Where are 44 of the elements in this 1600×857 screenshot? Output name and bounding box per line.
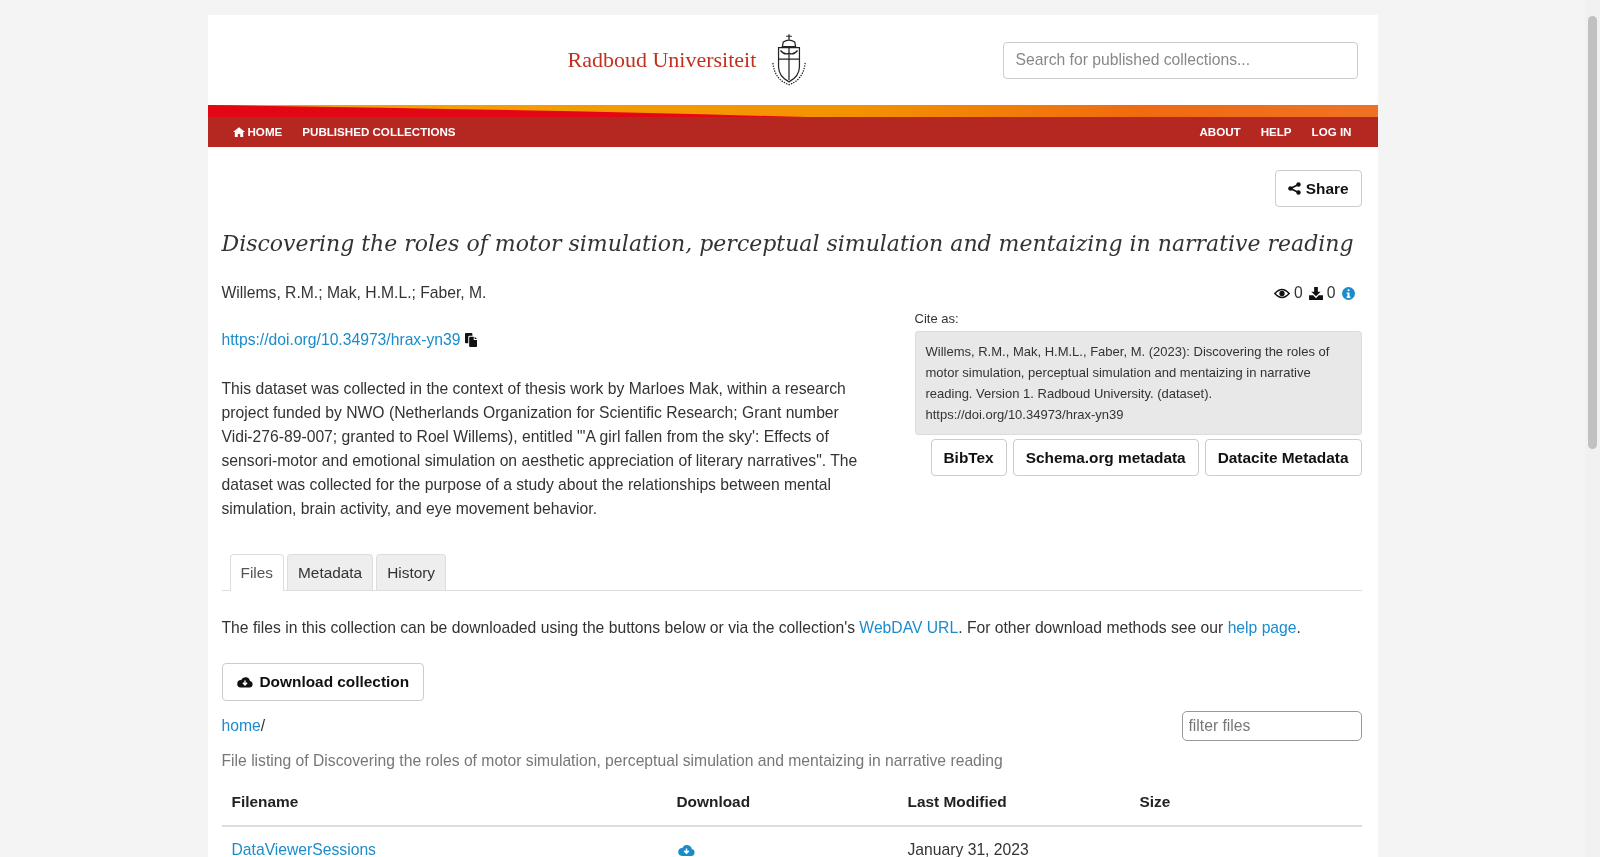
citation-text: Willems, R.M., Mak, H.M.L., Faber, M. (2023): Discovering the roles of motor simulation, perceptual simulation and mentaizing in narrative reading. Version 1. Radboud University. (dataset). https://doi.org/10.34973/hrax-yn39	[914, 331, 1362, 435]
description-text: This dataset was collected in the context of thesis work by Marloes Mak, within a research project funded by NWO (Netherlands Organization for Scientific Research; Grant number Vidi-276-89-007; granted to Roel Willems), entitled "'A girl fallen from the sky': Effects of sensori-motor and emotional simulation on aesthetic appreciation of literary narratives". The dataset was collected for the purpose of a study about the relationships between mental simulation, brain activity, and eye movement behavior.	[221, 379, 859, 519]
nav-link[interactable]: LOG IN	[1301, 117, 1362, 147]
nav-link[interactable]: PUBLISHED COLLECTIONS	[292, 117, 466, 147]
inline-link[interactable]: WebDAV URL	[859, 619, 959, 636]
search-field[interactable]: Search for published collections...	[1002, 41, 1358, 79]
export-button[interactable]: BibTex	[930, 439, 1007, 476]
export-button[interactable]: Schema.org metadata	[1012, 439, 1199, 476]
logo-wordmark: Radboud Universiteit	[567, 47, 757, 73]
inline-link[interactable]: help page	[1227, 619, 1297, 636]
cite-label: Cite as:	[914, 310, 960, 328]
nav-link[interactable]: HELP	[1250, 117, 1302, 147]
shield-crest-icon	[770, 34, 809, 86]
doi-link[interactable]: https://doi.org/10.34973/hrax-yn39	[221, 329, 461, 351]
share-button[interactable]: Share	[1274, 170, 1362, 207]
export-button[interactable]: Datacite Metadata	[1204, 439, 1362, 476]
download-count: 0	[1326, 283, 1336, 303]
copy-icon[interactable]	[465, 333, 478, 347]
tab[interactable]: History	[376, 554, 447, 590]
column-header: Size	[1138, 792, 1172, 812]
home-icon	[232, 127, 245, 137]
breadcrumb-separator: /	[260, 717, 266, 735]
info-icon[interactable]	[1341, 286, 1355, 300]
download-collection-button[interactable]: Download collection	[221, 663, 425, 701]
eye-icon	[1274, 287, 1291, 299]
home-nav-link[interactable]: HOME	[222, 117, 293, 147]
download-icon	[1308, 286, 1323, 300]
files-intro-text: The files in this collection can be downloaded using the buttons below or via the collection's WebDAV URL. For other download methods see our help page.	[221, 618, 1302, 638]
tab[interactable]: Metadata	[287, 554, 374, 590]
nav-link[interactable]: ABOUT	[1189, 117, 1251, 147]
view-count: 0	[1294, 283, 1303, 303]
tab[interactable]: Files	[229, 554, 284, 591]
share-icon	[1287, 182, 1301, 195]
column-header: Last Modified	[906, 792, 1008, 812]
folder-link[interactable]: DataViewerSessions	[231, 839, 376, 857]
column-header: Download	[675, 792, 752, 812]
filter-field[interactable]: filter files	[1181, 711, 1362, 741]
column-header: Filename	[230, 792, 300, 812]
dataset-title: Discovering the roles of motor simulation, perceptual simulation and mentaizing in narrative reading	[221, 230, 1355, 258]
authors-text: Willems, R.M.; Mak, H.M.L.; Faber, M.	[221, 283, 488, 303]
cloud-download-icon	[236, 676, 253, 688]
scrollbar-thumb[interactable]	[1588, 16, 1597, 449]
breadcrumb-link[interactable]: home	[221, 717, 261, 735]
table-caption: File listing of Discovering the roles of motor simulation, perceptual simulation and mentaizing in narrative reading	[221, 751, 1004, 771]
